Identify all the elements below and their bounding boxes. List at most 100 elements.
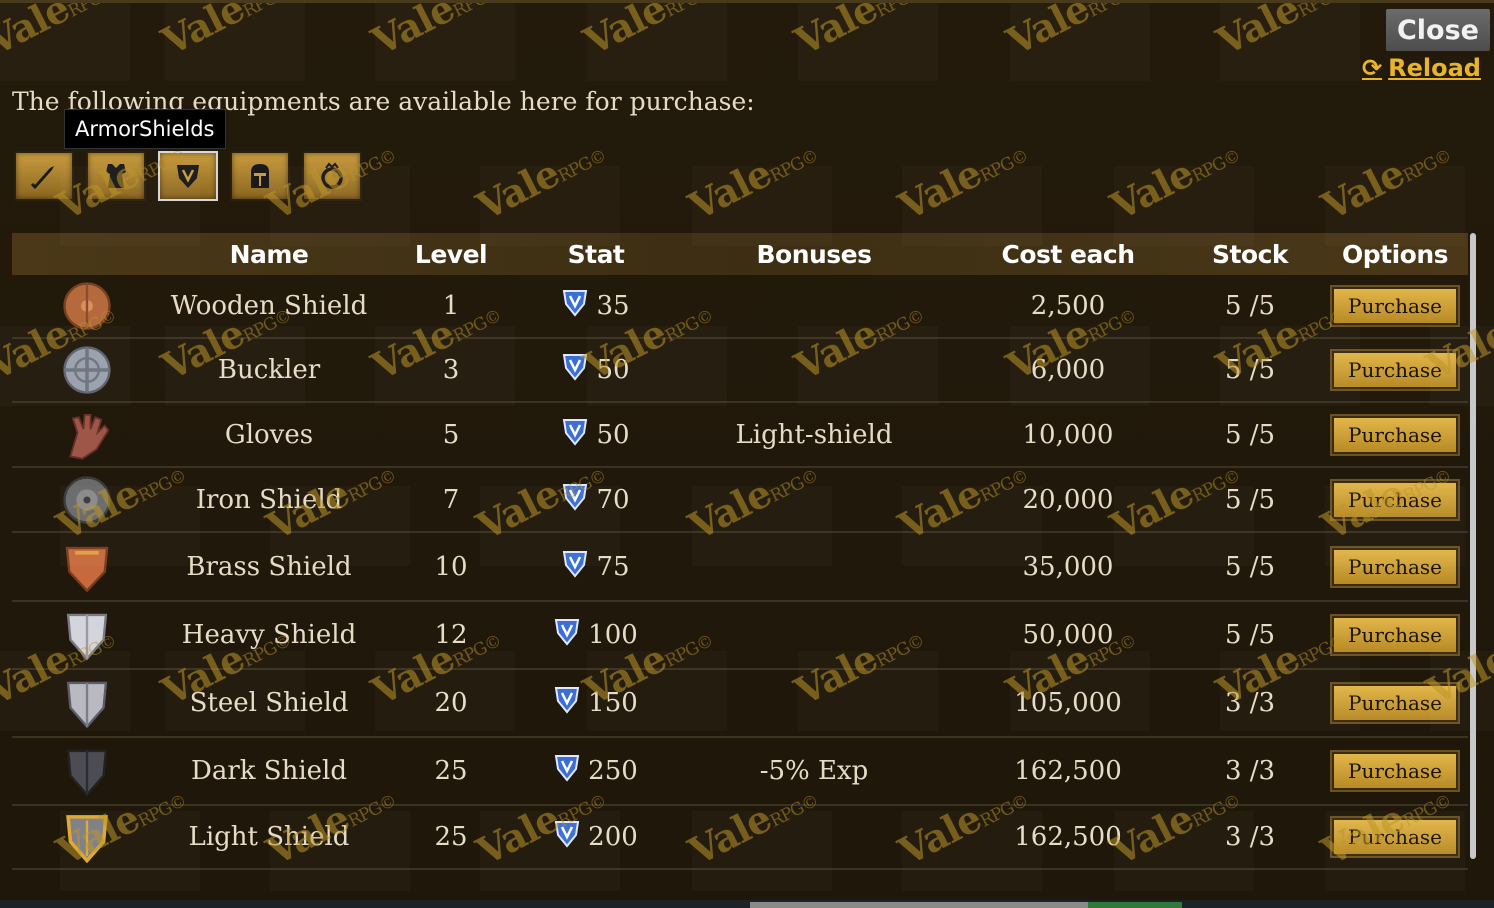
watermark-suffix: RPG© (1189, 145, 1244, 187)
item-level: 25 (434, 822, 468, 852)
item-cost: 2,500 (1030, 291, 1106, 321)
watermark-suffix: RPG© (450, 3, 504, 22)
purchase-button[interactable]: Purchase (1332, 752, 1458, 790)
item-stat: 70 (536, 469, 656, 531)
table-row: Buckler 3 50 6,000 5 /5 Purchase (12, 339, 1468, 403)
armor-icon (106, 164, 126, 188)
table-row: Light Shield 25 200 162,500 3 /3 Purchase (12, 806, 1468, 870)
reload-link[interactable]: ⟳ Reload (1362, 51, 1481, 85)
watermark-suffix: RPG© (555, 145, 610, 187)
purchase-button[interactable]: Purchase (1332, 481, 1458, 519)
tooltip-label: Shields (139, 117, 215, 141)
purchase-button[interactable]: Purchase (1332, 416, 1458, 454)
watermark-text: ValeRPG© (365, 3, 507, 64)
item-icon (42, 806, 132, 868)
item-cost: 162,500 (1014, 822, 1122, 852)
tooltip: Armor Shields (64, 109, 226, 149)
item-level: 5 (442, 420, 460, 450)
item-stock: 5 /5 (1224, 291, 1276, 321)
close-button[interactable]: Close (1386, 9, 1490, 51)
tooltip-hidden-label: Armor (75, 117, 139, 141)
table-row: Heavy Shield 12 100 50,000 5 /5 Purchase (12, 602, 1468, 670)
watermark-text: ValeRPG© (892, 127, 1034, 229)
stat-value: 150 (588, 688, 638, 718)
purchase-button[interactable]: Purchase (1332, 287, 1458, 325)
tab-shields[interactable] (158, 151, 218, 201)
item-name: Dark Shield (190, 756, 347, 786)
defense-icon (554, 686, 580, 721)
header-level: Level (414, 239, 488, 269)
purchase-button[interactable]: Purchase (1332, 616, 1458, 654)
watermark-text: ValeRPG© (682, 127, 824, 229)
item-name: Heavy Shield (181, 620, 357, 650)
defense-icon (562, 550, 588, 585)
item-cost: 10,000 (1022, 420, 1114, 450)
watermark-text: ValeRPG© (155, 3, 297, 64)
shield-icon (177, 165, 199, 188)
item-name: Buckler (217, 355, 321, 385)
item-level: 10 (434, 552, 468, 582)
item-stat: 35 (536, 275, 656, 337)
watermark-suffix: RPG© (65, 3, 119, 22)
tab-accessories[interactable] (302, 151, 362, 201)
watermark-suffix: RPG© (240, 3, 294, 22)
table-row: Dark Shield 25 250 -5% Exp 162,500 3 /3 Purcha… (12, 738, 1468, 806)
purchase-button[interactable]: Purchase (1332, 818, 1458, 856)
item-stat: 200 (536, 806, 656, 868)
item-bonuses (714, 275, 914, 337)
light-shield-icon (66, 815, 108, 863)
purchase-button[interactable]: Purchase (1332, 548, 1458, 586)
item-cost: 50,000 (1022, 620, 1114, 650)
stat-value: 50 (596, 420, 630, 450)
item-options: Purchase (1330, 275, 1460, 337)
purchase-button[interactable]: Purchase (1332, 351, 1458, 389)
item-cost: 20,000 (1022, 485, 1114, 515)
category-tabs (14, 151, 362, 201)
watermark-brand: Vale (787, 3, 884, 65)
defense-icon (562, 483, 588, 518)
watermark-text: ValeRPG© (1104, 127, 1246, 229)
watermark-text: ValeRPG© (1000, 3, 1142, 64)
item-options: Purchase (1330, 339, 1460, 401)
gloves-icon (69, 414, 110, 460)
item-cost: 105,000 (1014, 688, 1122, 718)
item-stat: 150 (536, 670, 656, 736)
watermark-tile (587, 3, 727, 81)
bottom-bar-segment-green (1088, 902, 1182, 908)
purchase-button[interactable]: Purchase (1332, 684, 1458, 722)
watermark-suffix: RPG© (1295, 3, 1349, 22)
stat-value: 100 (588, 620, 638, 650)
item-options: Purchase (1330, 738, 1460, 804)
table-row: Wooden Shield 1 35 2,500 5 /5 Purchase (12, 275, 1468, 339)
watermark-tile (375, 3, 515, 81)
item-options: Purchase (1330, 806, 1460, 868)
item-stock: 5 /5 (1224, 552, 1276, 582)
watermark-brand: Vale (1314, 150, 1411, 229)
tab-helmets[interactable] (230, 151, 290, 201)
item-icon (42, 602, 132, 668)
item-bonuses (714, 806, 914, 868)
item-icon (42, 339, 132, 401)
item-bonuses (714, 534, 914, 600)
defense-icon (562, 353, 588, 388)
defense-icon (554, 820, 580, 855)
tab-armor[interactable] (86, 151, 146, 201)
item-stat: 250 (536, 738, 656, 804)
watermark-tile (798, 3, 938, 81)
table-row: Gloves 5 50 Light-shield 10,000 5 /5 Purchase (12, 404, 1468, 468)
item-stock: 5 /5 (1224, 420, 1276, 450)
bottom-bar-segment (750, 902, 1088, 908)
stat-value: 70 (596, 485, 630, 515)
scrollbar[interactable] (1470, 233, 1476, 859)
watermark-text: ValeRPG© (0, 3, 121, 64)
item-options: Purchase (1330, 469, 1460, 531)
tab-weapons[interactable] (14, 151, 74, 201)
steel-shield-icon (66, 681, 108, 729)
watermark-brand: Vale (154, 3, 251, 65)
item-bonuses (714, 469, 914, 531)
buckler-icon (63, 346, 111, 394)
stat-value: 200 (588, 822, 638, 852)
defense-icon (554, 618, 580, 653)
item-bonuses: -5% Exp (759, 756, 869, 786)
stat-value: 250 (588, 756, 638, 786)
